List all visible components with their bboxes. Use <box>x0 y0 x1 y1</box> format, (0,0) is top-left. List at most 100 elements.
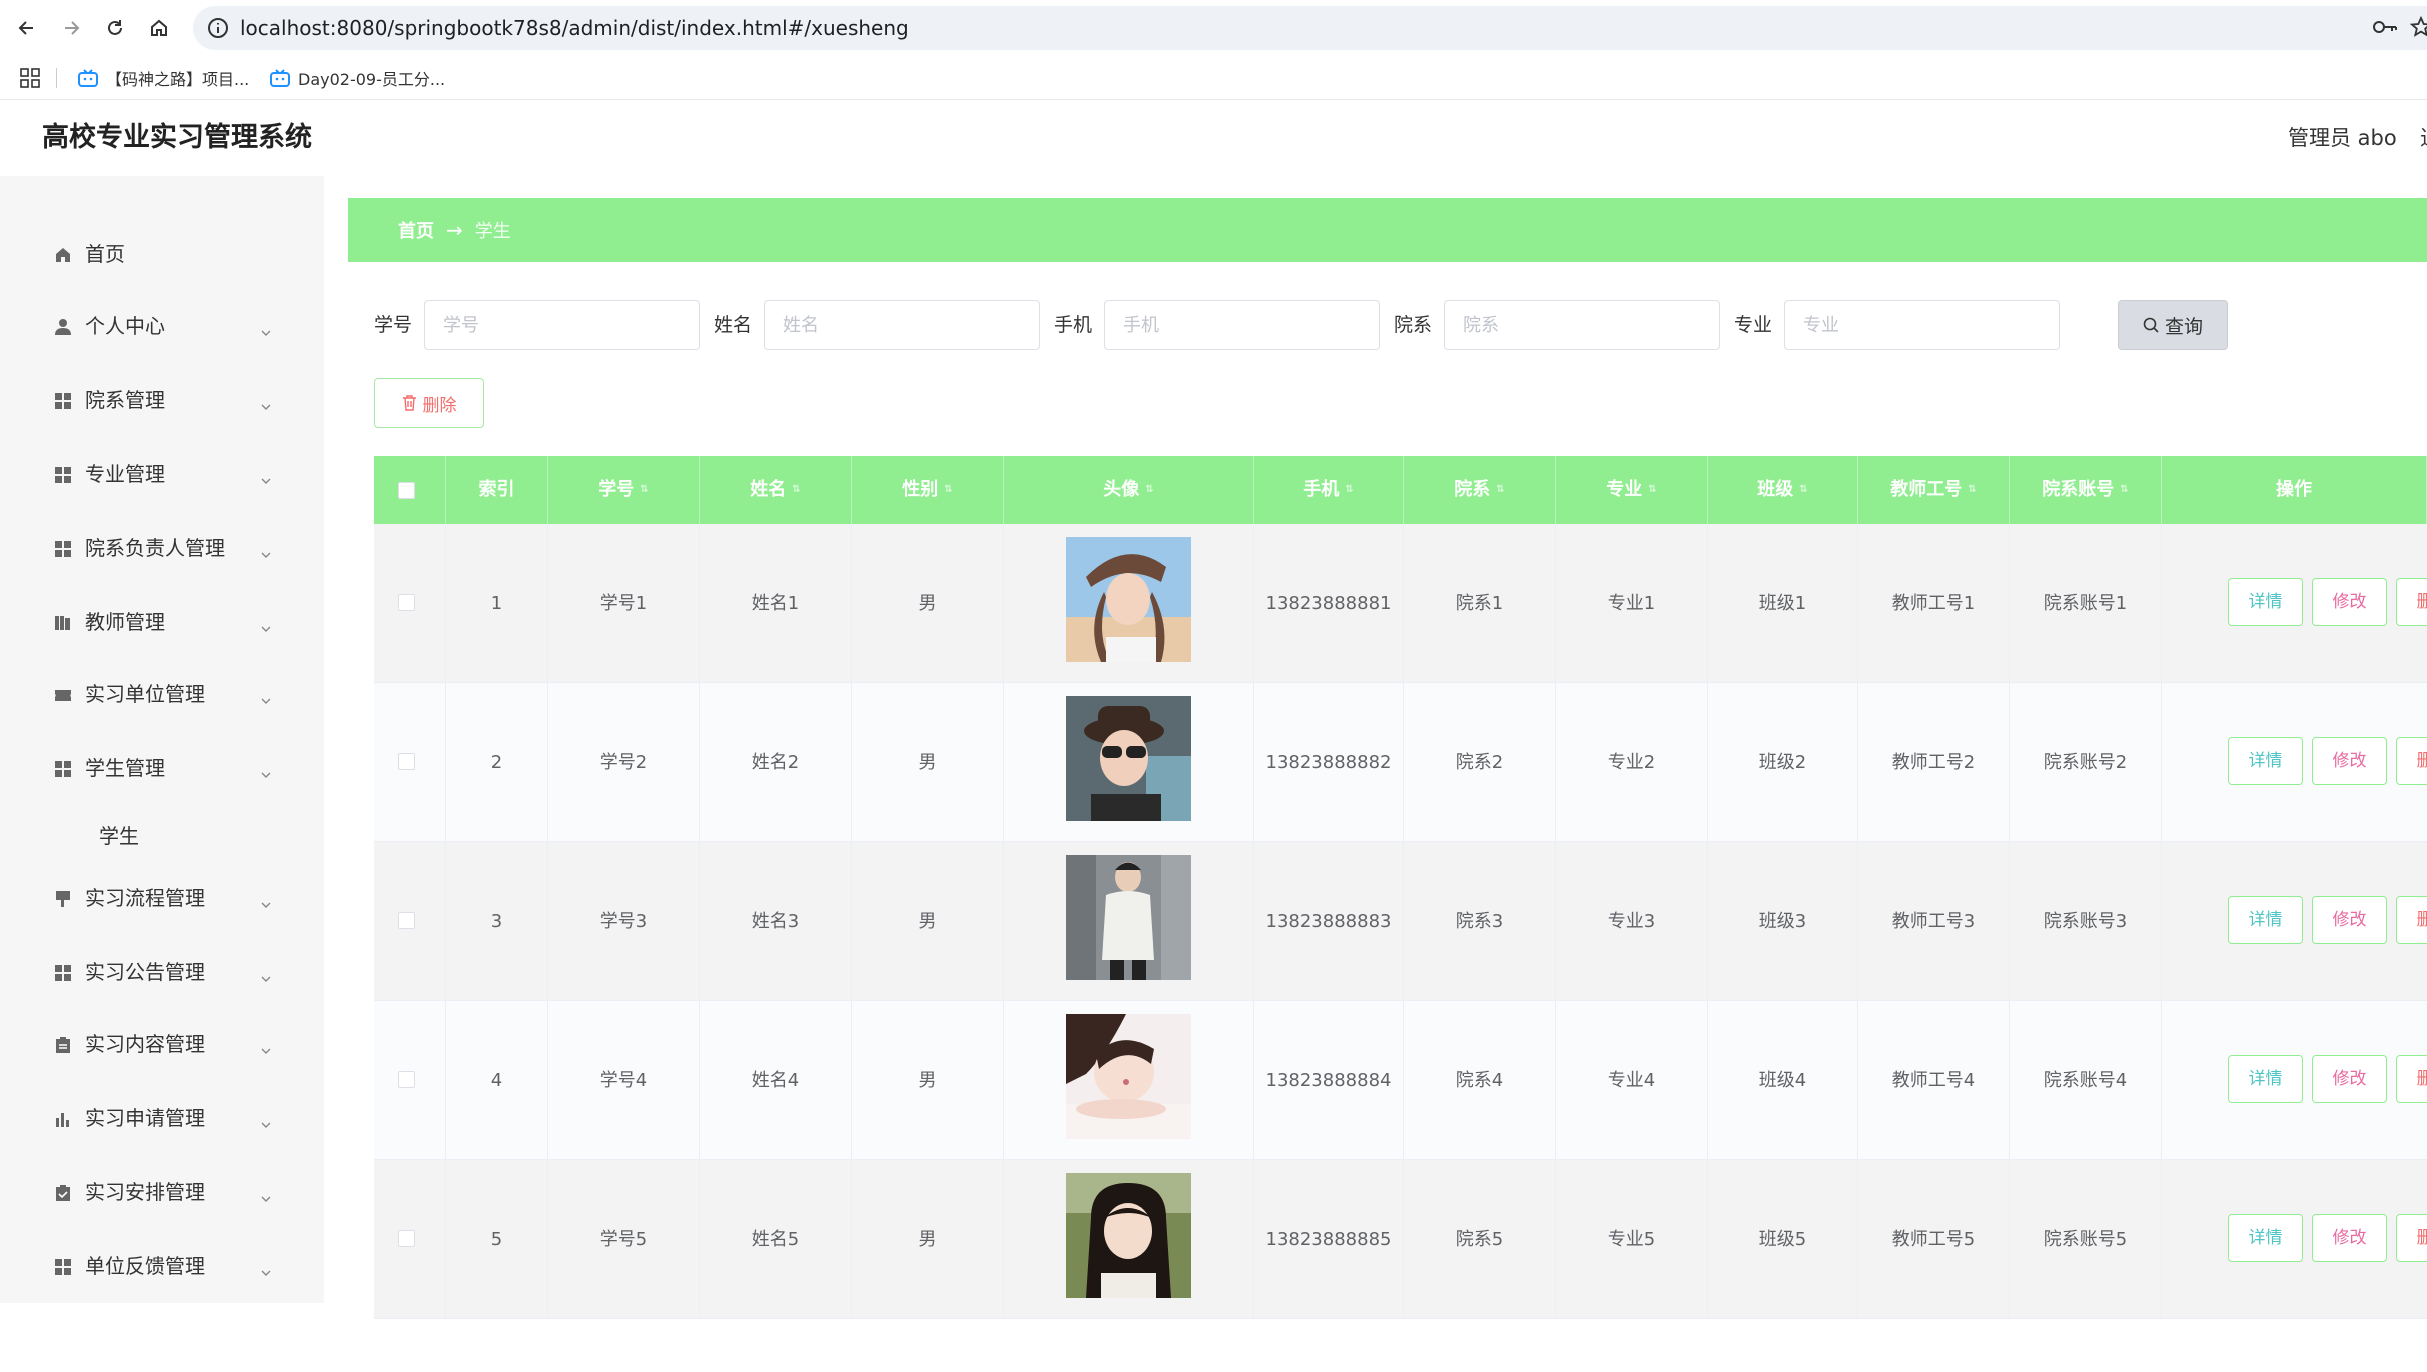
sidebar-item-10[interactable]: 实习内容管理 <box>0 1014 324 1074</box>
breadcrumb-home[interactable]: 首页 <box>398 217 434 243</box>
column-header-label: 班级 <box>1757 479 1794 500</box>
sidebar-item-9[interactable]: 实习公告管理 <box>0 942 324 1002</box>
sort-caret-icon[interactable]: ⇅ <box>1345 456 1353 524</box>
detail-button[interactable]: 详情 <box>2228 1055 2303 1103</box>
actions-cell: 详情修改删除 <box>2162 1160 2427 1319</box>
sidebar-subitem-student[interactable]: 学生 <box>0 811 324 861</box>
delete-button[interactable]: 删除 <box>2396 1055 2427 1103</box>
dept-input[interactable] <box>1444 300 1720 350</box>
xuehao-input[interactable] <box>424 300 700 350</box>
column-header-label: 专业 <box>1606 479 1643 500</box>
bookmark-item-1[interactable]: 【码神之路】项目... <box>78 56 249 100</box>
star-icon[interactable] <box>2409 15 2427 42</box>
sort-caret-icon[interactable]: ⇅ <box>944 456 952 524</box>
edit-button[interactable]: 修改 <box>2312 578 2387 626</box>
key-icon[interactable] <box>2372 16 2398 42</box>
sort-caret-icon[interactable]: ⇅ <box>1799 456 1807 524</box>
sidebar-item-11[interactable]: 实习申请管理 <box>0 1088 324 1148</box>
column-header[interactable]: 教师工号 ⇅ <box>1858 456 2010 524</box>
row-checkbox[interactable] <box>398 753 415 770</box>
column-header[interactable]: 院系账号 ⇅ <box>2010 456 2162 524</box>
select-all-header[interactable] <box>374 456 446 524</box>
sidebar-item-5[interactable]: 教师管理 <box>0 592 324 652</box>
column-header[interactable]: 专业 ⇅ <box>1556 456 1708 524</box>
row-select-cell <box>374 842 446 1001</box>
site-info-icon[interactable] <box>207 17 229 39</box>
edit-button[interactable]: 修改 <box>2312 896 2387 944</box>
select-all-checkbox[interactable] <box>398 482 415 499</box>
delete-button[interactable]: 删除 <box>2396 1214 2427 1262</box>
sort-caret-icon[interactable]: ⇅ <box>1496 456 1504 524</box>
breadcrumb: 首页 → 学生 <box>348 198 2427 262</box>
sort-caret-icon[interactable]: ⇅ <box>792 456 800 524</box>
column-header[interactable]: 学号 ⇅ <box>548 456 700 524</box>
phone-input[interactable] <box>1104 300 1380 350</box>
edit-button[interactable]: 修改 <box>2312 1055 2387 1103</box>
sort-caret-icon[interactable]: ⇅ <box>1648 456 1656 524</box>
chevron-down-icon <box>259 762 273 778</box>
address-bar[interactable]: localhost:8080/springbootk78s8/admin/dis… <box>193 6 2427 50</box>
row-checkbox[interactable] <box>398 1230 415 1247</box>
detail-button[interactable]: 详情 <box>2228 737 2303 785</box>
detail-button[interactable]: 详情 <box>2228 1214 2303 1262</box>
delete-button[interactable]: 删除 <box>2396 737 2427 785</box>
row-checkbox[interactable] <box>398 1071 415 1088</box>
sort-caret-icon[interactable]: ⇅ <box>2120 456 2128 524</box>
sidebar-item-12[interactable]: 实习安排管理 <box>0 1162 324 1222</box>
apps-grid-icon[interactable] <box>20 68 40 92</box>
reload-icon[interactable] <box>100 13 130 43</box>
sidebar-item-label: 实习内容管理 <box>85 1032 205 1056</box>
sidebar-item-label: 实习公告管理 <box>85 960 205 984</box>
table-cell-major: 专业4 <box>1556 1001 1708 1160</box>
sidebar-item-13[interactable]: 单位反馈管理 <box>0 1236 324 1296</box>
major-input[interactable] <box>1784 300 2060 350</box>
sidebar-item-3[interactable]: 专业管理 <box>0 444 324 504</box>
delete-button[interactable]: 删除 <box>2396 578 2427 626</box>
sidebar-item-label: 实习安排管理 <box>85 1180 205 1204</box>
table-row: 3 学号3 姓名3 男 13823888883 院系3 专业3 班级3 教师工号3 院系账号3 详情… <box>374 842 2427 1001</box>
home-browser-icon[interactable] <box>144 13 174 43</box>
grid-icon <box>54 465 72 483</box>
column-header[interactable]: 院系 ⇅ <box>1404 456 1556 524</box>
sidebar-item-6[interactable]: 实习单位管理 <box>0 664 324 724</box>
row-checkbox[interactable] <box>398 912 415 929</box>
edit-button[interactable]: 修改 <box>2312 737 2387 785</box>
bookmark-item-2[interactable]: Day02-09-员工分... <box>270 56 445 100</box>
detail-button[interactable]: 详情 <box>2228 896 2303 944</box>
sidebar-item-0[interactable]: 首页 <box>0 224 324 284</box>
query-button[interactable]: 查询 <box>2118 300 2228 350</box>
name-input[interactable] <box>764 300 1040 350</box>
column-header[interactable]: 性别 ⇅ <box>852 456 1004 524</box>
column-header[interactable]: 手机 ⇅ <box>1254 456 1404 524</box>
forward-icon[interactable] <box>56 13 86 43</box>
table-cell-name: 姓名3 <box>700 842 852 1001</box>
column-header-label: 姓名 <box>750 479 787 500</box>
sidebar-item-2[interactable]: 院系管理 <box>0 370 324 430</box>
column-header[interactable]: 班级 ⇅ <box>1708 456 1858 524</box>
sidebar-item-1[interactable]: 个人中心 <box>0 296 324 356</box>
sort-caret-icon[interactable]: ⇅ <box>1145 456 1153 524</box>
back-icon[interactable] <box>12 13 42 43</box>
sidebar-item-8[interactable]: 实习流程管理 <box>0 868 324 928</box>
sort-caret-icon[interactable]: ⇅ <box>640 456 648 524</box>
table-cell-name: 姓名1 <box>700 524 852 683</box>
table-cell-name: 姓名2 <box>700 683 852 842</box>
sort-caret-icon[interactable]: ⇅ <box>1968 456 1976 524</box>
edit-button[interactable]: 修改 <box>2312 1214 2387 1262</box>
sidebar-item-4[interactable]: 院系负责人管理 <box>0 518 324 578</box>
ticket-icon <box>54 685 72 703</box>
sidebar-item-label: 首页 <box>85 242 125 266</box>
delete-button[interactable]: 删除 <box>2396 896 2427 944</box>
table-header: 索引 学号 ⇅ 姓名 ⇅ 性别 ⇅ 头像 ⇅ 手机 ⇅ 院系 ⇅ 专业 ⇅ 班级 ⇅ 教师工号 ⇅ 院系账号 ⇅ 操作 <box>374 456 2427 524</box>
sidebar-item-7[interactable]: 学生管理 <box>0 738 324 798</box>
sidebar-item-label: 院系负责人管理 <box>85 536 225 560</box>
batch-delete-button[interactable]: 删除 <box>374 378 484 428</box>
table-cell-gender: 男 <box>852 842 1004 1001</box>
logout-link[interactable]: 退 <box>2420 100 2427 176</box>
column-header-label: 教师工号 <box>1890 479 1963 500</box>
table-cell-xuehao: 学号5 <box>548 1160 700 1319</box>
row-checkbox[interactable] <box>398 594 415 611</box>
detail-button[interactable]: 详情 <box>2228 578 2303 626</box>
column-header[interactable]: 头像 ⇅ <box>1004 456 1254 524</box>
column-header[interactable]: 姓名 ⇅ <box>700 456 852 524</box>
